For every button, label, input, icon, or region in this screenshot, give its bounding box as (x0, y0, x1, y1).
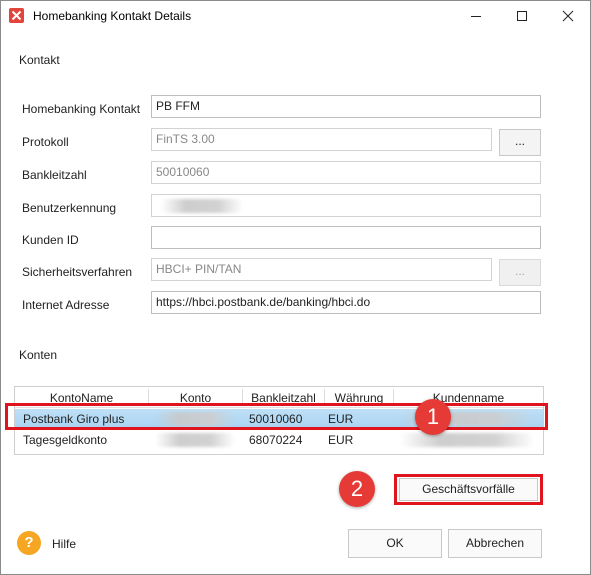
konten-section-label: Konten (19, 348, 58, 362)
kunden-id-label: Kunden ID (22, 233, 79, 247)
close-icon (562, 10, 574, 22)
homebanking-kontakt-label: Homebanking Kontakt (22, 102, 141, 116)
benutzerkennung-label: Benutzerkennung (22, 201, 117, 215)
geschaeftsvorfaelle-button[interactable]: Geschäftsvorfälle (399, 478, 538, 501)
cell-bankleitzahl: 68070224 (249, 433, 303, 447)
kunden-id-input[interactable] (151, 226, 541, 249)
maximize-button[interactable] (499, 1, 545, 31)
kontakt-section-label: Kontakt (19, 53, 60, 67)
hilfe-link[interactable]: Hilfe (52, 537, 76, 551)
bankleitzahl-label: Bankleitzahl (22, 168, 87, 182)
protokoll-label: Protokoll (22, 135, 69, 149)
internet-adresse-label: Internet Adresse (22, 298, 110, 312)
annotation-badge-2: 2 (339, 471, 375, 507)
homebanking-kontakt-input[interactable]: PB FFM (151, 95, 541, 118)
minimize-button[interactable] (453, 1, 499, 31)
redacted-kundenname (400, 433, 535, 447)
protokoll-browse-button[interactable]: ... (499, 129, 541, 156)
ok-button[interactable]: OK (348, 529, 442, 558)
maximize-icon (517, 11, 527, 21)
cell-kontoname: Tagesgeldkonto (23, 433, 108, 447)
title-bar[interactable]: Homebanking Kontakt Details (1, 1, 590, 31)
annotation-highlight-row (5, 403, 548, 430)
cell-waehrung: EUR (328, 433, 354, 447)
close-button[interactable] (545, 1, 591, 31)
sicherheitsverfahren-label: Sicherheitsverfahren (22, 265, 133, 279)
app-x-icon (9, 8, 24, 23)
sicherheitsverfahren-input[interactable]: HBCI+ PIN/TAN (151, 258, 492, 281)
redacted-benutzerkennung (161, 199, 243, 213)
dialog-window: Homebanking Kontakt Details Kontakt Home… (0, 0, 591, 575)
redacted-konto (155, 433, 235, 447)
table-row[interactable]: Tagesgeldkonto 68070224 EUR (15, 430, 543, 450)
protokoll-input[interactable]: FinTS 3.00 (151, 128, 492, 151)
window-title: Homebanking Kontakt Details (33, 9, 192, 23)
abbrechen-button[interactable]: Abbrechen (448, 529, 542, 558)
annotation-badge-1: 1 (415, 399, 451, 435)
sicherheitsverfahren-browse-button[interactable]: ... (499, 259, 541, 286)
help-icon[interactable]: ? (17, 531, 41, 555)
bankleitzahl-input[interactable]: 50010060 (151, 161, 541, 184)
minimize-icon (471, 16, 481, 17)
internet-adresse-input[interactable]: https://hbci.postbank.de/banking/hbci.do (151, 291, 541, 314)
